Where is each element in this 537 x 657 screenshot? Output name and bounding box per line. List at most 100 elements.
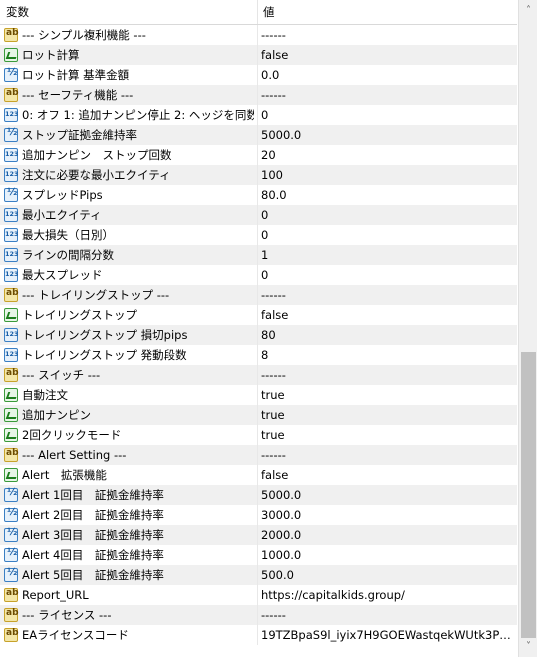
parameter-value[interactable]: 0 [261, 225, 513, 245]
cell-divider [257, 25, 258, 45]
parameter-name: Alert 4回目 証拠金維持率 [22, 548, 164, 562]
column-header-value[interactable]: 値 [263, 0, 513, 24]
parameter-row[interactable]: 0: オフ 1: 追加ナンピン停止 2: ヘッジを同数入・. 0 [0, 105, 517, 125]
parameter-value[interactable]: 5000.0 [261, 485, 513, 505]
parameter-row[interactable]: 最大スプレッド 0 [0, 265, 517, 285]
parameter-row[interactable]: ラインの間隔分数 1 [0, 245, 517, 265]
integer-type-icon [4, 268, 19, 282]
parameter-row[interactable]: トレイリングストップ false [0, 305, 517, 325]
cell-divider [257, 325, 258, 345]
parameter-value[interactable]: true [261, 405, 513, 425]
parameter-value[interactable]: ------ [261, 85, 513, 105]
parameter-row[interactable]: スプレッドPips 80.0 [0, 185, 517, 205]
parameter-row[interactable]: --- セーフティ機能 --- ------ [0, 85, 517, 105]
parameter-value[interactable]: 500.0 [261, 565, 513, 585]
parameter-value[interactable]: ------ [261, 365, 513, 385]
parameter-row[interactable]: 2回クリックモード true [0, 425, 517, 445]
parameter-value[interactable]: 1000.0 [261, 545, 513, 565]
chevron-down-icon[interactable]: ˅ [519, 638, 537, 655]
parameter-value[interactable]: true [261, 385, 513, 405]
parameter-value[interactable]: ------ [261, 445, 513, 465]
parameter-value[interactable]: 20 [261, 145, 513, 165]
parameter-value[interactable]: ------ [261, 605, 513, 625]
parameter-value[interactable]: 19TZBpaS9l_iyix7H9GOEWastqekWUtk3PGINV..… [261, 625, 513, 645]
parameter-row[interactable]: EAライセンスコード 19TZBpaS9l_iyix7H9GOEWastqekWU… [0, 625, 517, 645]
table-header: 変数 値 [0, 0, 517, 25]
column-header-variable[interactable]: 変数 [6, 0, 252, 24]
parameter-row[interactable]: 最小エクイティ 0 [0, 205, 517, 225]
parameter-value[interactable]: false [261, 465, 513, 485]
parameter-name: Alert 3回目 証拠金維持率 [22, 528, 164, 542]
parameter-row[interactable]: ストップ証拠金維持率 5000.0 [0, 125, 517, 145]
parameter-name: Report_URL [22, 588, 89, 602]
string-type-icon [4, 588, 19, 602]
parameter-row[interactable]: Alert 拡張機能 false [0, 465, 517, 485]
cell-divider [257, 165, 258, 185]
parameter-value[interactable]: 100 [261, 165, 513, 185]
parameter-row[interactable]: 自動注文 true [0, 385, 517, 405]
parameter-value[interactable]: 80.0 [261, 185, 513, 205]
parameter-name: --- トレイリングストップ --- [22, 288, 170, 302]
parameter-row[interactable]: Report_URL https://capitalkids.group/ [0, 585, 517, 605]
parameter-value[interactable]: 0 [261, 105, 513, 125]
parameter-row[interactable]: 追加ナンピン true [0, 405, 517, 425]
cell-divider [257, 625, 258, 645]
scrollbar-thumb[interactable] [521, 352, 536, 638]
parameter-row[interactable]: 最大損失（日別） 0 [0, 225, 517, 245]
parameter-value[interactable]: 2000.0 [261, 525, 513, 545]
string-type-icon [4, 368, 19, 382]
parameter-name: ロット計算 基準金額 [22, 68, 130, 82]
parameter-name: ストップ証拠金維持率 [22, 128, 137, 142]
vertical-scrollbar[interactable]: ˄ ˅ [518, 0, 537, 657]
parameter-row[interactable]: --- Alert Setting --- ------ [0, 445, 517, 465]
parameter-name: --- シンプル複利機能 --- [22, 28, 146, 42]
parameter-value[interactable]: 0 [261, 265, 513, 285]
parameter-value[interactable]: ------ [261, 25, 513, 45]
parameter-name: 0: オフ 1: 追加ナンピン停止 2: ヘッジを同数入・. [22, 108, 254, 122]
parameter-value[interactable]: 0 [261, 205, 513, 225]
parameter-name: --- Alert Setting --- [22, 448, 127, 462]
string-type-icon [4, 288, 19, 302]
parameter-row[interactable]: --- スイッチ --- ------ [0, 365, 517, 385]
cell-divider [257, 365, 258, 385]
parameter-value[interactable]: true [261, 425, 513, 445]
double-type-icon [4, 127, 18, 142]
parameter-name: 追加ナンピン [22, 408, 91, 422]
parameter-row[interactable]: --- シンプル複利機能 --- ------ [0, 25, 517, 45]
parameter-row[interactable]: Alert 5回目 証拠金維持率 500.0 [0, 565, 517, 585]
parameter-row[interactable]: --- ライセンス --- ------ [0, 605, 517, 625]
parameter-value[interactable]: 5000.0 [261, 125, 513, 145]
parameter-value[interactable]: 8 [261, 345, 513, 365]
parameter-value[interactable]: false [261, 45, 513, 65]
parameter-row[interactable]: Alert 4回目 証拠金維持率 1000.0 [0, 545, 517, 565]
column-divider[interactable] [257, 0, 258, 24]
parameter-value[interactable]: false [261, 305, 513, 325]
parameter-row[interactable]: Alert 1回目 証拠金維持率 5000.0 [0, 485, 517, 505]
cell-divider [257, 505, 258, 525]
parameter-value[interactable]: 3000.0 [261, 505, 513, 525]
parameter-row[interactable]: Alert 3回目 証拠金維持率 2000.0 [0, 525, 517, 545]
parameter-row[interactable]: 追加ナンピン ストップ回数 20 [0, 145, 517, 165]
parameter-row[interactable]: ロット計算 false [0, 45, 517, 65]
parameter-value[interactable]: 0.0 [261, 65, 513, 85]
parameter-value[interactable]: https://capitalkids.group/ [261, 585, 513, 605]
parameter-row[interactable]: --- トレイリングストップ --- ------ [0, 285, 517, 305]
boolean-type-icon [4, 308, 18, 322]
parameter-value[interactable]: 1 [261, 245, 513, 265]
cell-divider [257, 565, 258, 585]
parameter-row[interactable]: 注文に必要な最小エクイティ 100 [0, 165, 517, 185]
parameter-value[interactable]: 80 [261, 325, 513, 345]
parameter-row[interactable]: Alert 2回目 証拠金維持率 3000.0 [0, 505, 517, 525]
parameter-row[interactable]: ロット計算 基準金額 0.0 [0, 65, 517, 85]
parameter-row[interactable]: トレイリングストップ 損切pips 80 [0, 325, 517, 345]
cell-divider [257, 185, 258, 205]
parameter-name: 最小エクイティ [22, 208, 102, 222]
parameter-name: 最大損失（日別） [22, 228, 114, 242]
integer-type-icon [4, 108, 19, 122]
parameter-name: Alert 1回目 証拠金維持率 [22, 488, 164, 502]
parameter-value[interactable]: ------ [261, 285, 513, 305]
cell-divider [257, 265, 258, 285]
parameter-row[interactable]: トレイリングストップ 発動段数 8 [0, 345, 517, 365]
boolean-type-icon [4, 388, 18, 402]
chevron-up-icon[interactable]: ˄ [519, 2, 537, 19]
